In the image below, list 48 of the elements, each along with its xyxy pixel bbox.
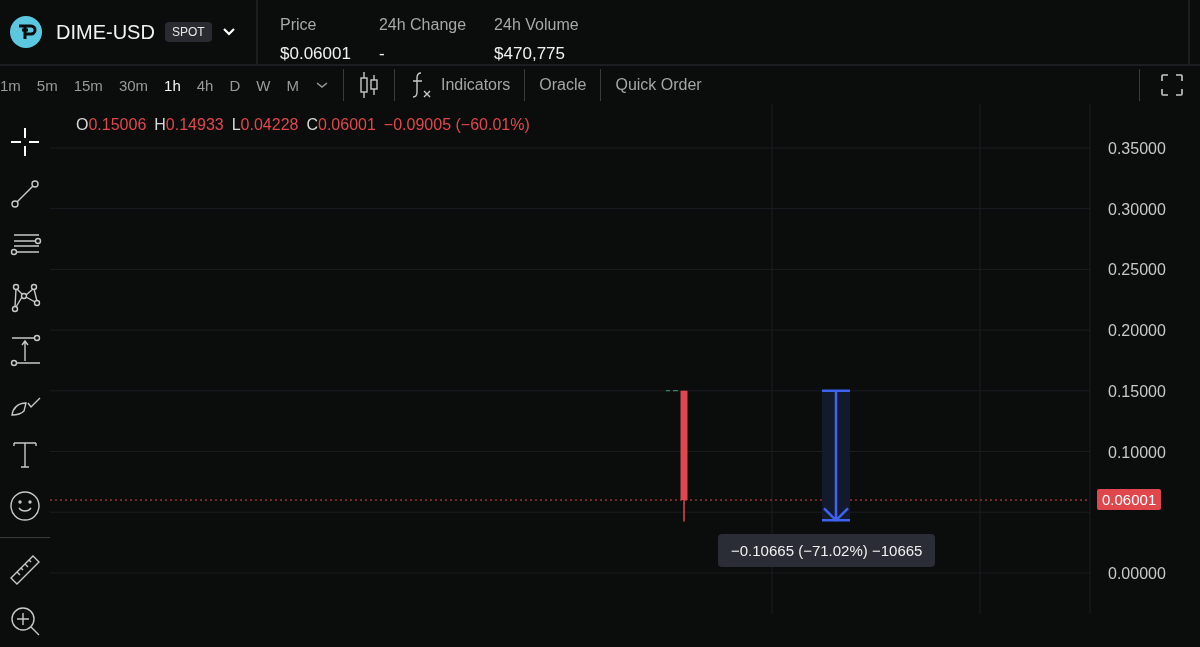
timeframe-tab[interactable]: 30m (118, 76, 149, 94)
zoom-in-icon[interactable] (8, 604, 42, 638)
fullscreen-icon[interactable] (1160, 73, 1184, 97)
price-axis-label: 0.35000 (1108, 140, 1166, 157)
timeframe-tab[interactable]: M (286, 76, 299, 94)
measure-icon[interactable] (8, 333, 42, 367)
legend-key: C (306, 116, 318, 134)
crosshair-icon[interactable] (8, 125, 42, 159)
timeframe-tab[interactable]: 5m (36, 76, 58, 94)
price-axis-label: 0.25000 (1108, 261, 1166, 279)
price-axis-label: 0.10000 (1108, 443, 1166, 461)
legend-value: 0.14933 (165, 116, 224, 134)
logo-icon (10, 16, 42, 48)
stat-value: $0.06001 (280, 44, 351, 64)
stat-value: $470,775 (494, 44, 566, 64)
legend-value: 0.04228 (240, 116, 299, 134)
timeframe-tab[interactable]: 15m (73, 76, 103, 94)
stat-value: - (378, 44, 386, 64)
stat-label: 24h Change (378, 16, 467, 34)
legend-key: L (231, 116, 241, 134)
legend-value: 0.06001 (318, 116, 376, 134)
price-axis-label: 0.20000 (1108, 322, 1166, 340)
measure-tooltip: −0.10665 (−71.02%) −10665 (718, 534, 936, 567)
last-price-tag: 0.06001 (1097, 489, 1162, 510)
price-axis-label: 0.15000 (1108, 382, 1166, 400)
open-tick (665, 390, 679, 392)
line-tool-icon[interactable] (8, 177, 42, 211)
legend-value: −0.09005 (−60.01%) (383, 116, 530, 134)
price-axis-label: 0.30000 (1108, 200, 1166, 218)
legend-key: H (154, 116, 166, 134)
oracle-button[interactable]: Oracle (539, 76, 587, 94)
stat-label: Price (280, 16, 318, 34)
market-symbol: DIME-USD (56, 20, 155, 44)
timeframe-tab[interactable]: W (256, 76, 271, 94)
quick-order-button[interactable]: Quick Order (615, 76, 702, 94)
indicators-button[interactable]: Indicators (440, 76, 511, 94)
legend-value: 0.15006 (88, 116, 147, 134)
smiley-icon[interactable] (8, 489, 42, 523)
candlestick-icon[interactable] (357, 71, 380, 99)
chevron-down-icon[interactable] (314, 80, 329, 90)
legend-key: O (76, 116, 89, 134)
timeframe-tab[interactable]: 1m (0, 76, 21, 94)
timeframe-tab[interactable]: D (229, 76, 241, 94)
price-axis-label: 0.00000 (1108, 564, 1166, 582)
timeframe-tab[interactable]: 1h (164, 76, 181, 94)
stat-label: 24h Volume (494, 16, 579, 34)
market-type-badge: SPOT (164, 22, 212, 42)
timeframe-tab[interactable]: 4h (196, 76, 214, 94)
